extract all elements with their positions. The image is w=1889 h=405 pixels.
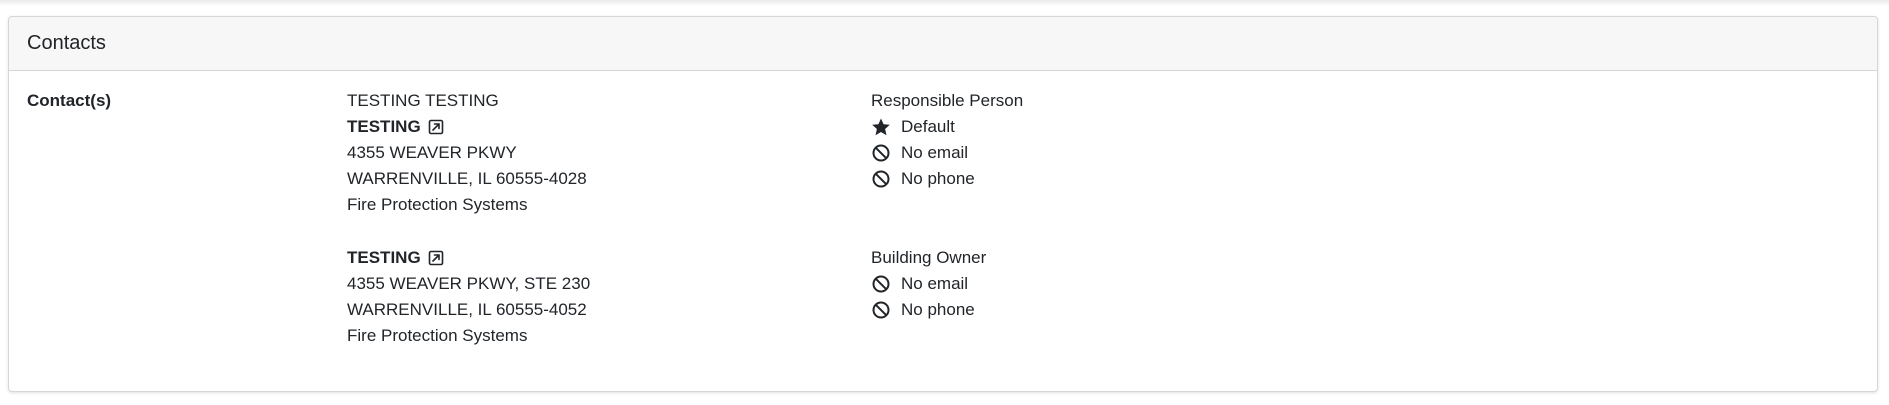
top-shadow: [0, 0, 1889, 6]
ban-icon: [871, 300, 891, 320]
email-label: No email: [901, 274, 969, 293]
contact-role-block: Building Owner No email No phone: [871, 245, 1271, 323]
contact-address-line1: 4355 WEAVER PKWY, STE 230: [347, 274, 591, 293]
phone-status: No phone: [871, 297, 1271, 323]
ban-icon: [871, 274, 891, 294]
contact-address-line1: 4355 WEAVER PKWY: [347, 143, 517, 162]
phone-label: No phone: [901, 169, 975, 188]
contacts-card: Contacts Contact(s) TESTING TESTING TEST…: [8, 16, 1878, 392]
contact-role: Responsible Person: [871, 91, 1024, 110]
email-status: No email: [871, 140, 1271, 166]
contact-role: Building Owner: [871, 248, 987, 267]
email-status: No email: [871, 271, 1271, 297]
contact-item: TESTING 4355 WEAVER PKWY, STE 230 WARREN…: [347, 245, 847, 349]
external-link-icon[interactable]: [428, 250, 444, 266]
contact-address-line2: WARRENVILLE, IL 60555-4052: [347, 300, 587, 319]
contact-company-row: TESTING: [347, 245, 847, 271]
external-link-icon[interactable]: [428, 119, 444, 135]
card-header: Contacts: [9, 17, 1877, 71]
contact-category: Fire Protection Systems: [347, 326, 528, 345]
email-label: No email: [901, 143, 969, 162]
card-title: Contacts: [27, 32, 106, 54]
contact-company-row: TESTING: [347, 114, 847, 140]
contact-role-block: Responsible Person Default No email No p…: [871, 88, 1271, 192]
card-body: Contact(s) TESTING TESTING TESTING 4355 …: [9, 71, 1877, 391]
contact-company-name: TESTING: [347, 117, 421, 136]
phone-status: No phone: [871, 166, 1271, 192]
contact-address-line2: WARRENVILLE, IL 60555-4028: [347, 169, 587, 188]
contact-full-name: TESTING TESTING: [347, 91, 499, 110]
contacts-label: Contact(s): [27, 91, 112, 110]
phone-label: No phone: [901, 300, 975, 319]
contact-company-name: TESTING: [347, 248, 421, 267]
ban-icon: [871, 169, 891, 189]
default-label: Default: [901, 117, 955, 136]
star-icon: [871, 117, 891, 137]
contact-item: TESTING TESTING TESTING 4355 WEAVER PKWY…: [347, 88, 847, 218]
default-status: Default: [871, 114, 1271, 140]
ban-icon: [871, 143, 891, 163]
contact-category: Fire Protection Systems: [347, 195, 528, 214]
